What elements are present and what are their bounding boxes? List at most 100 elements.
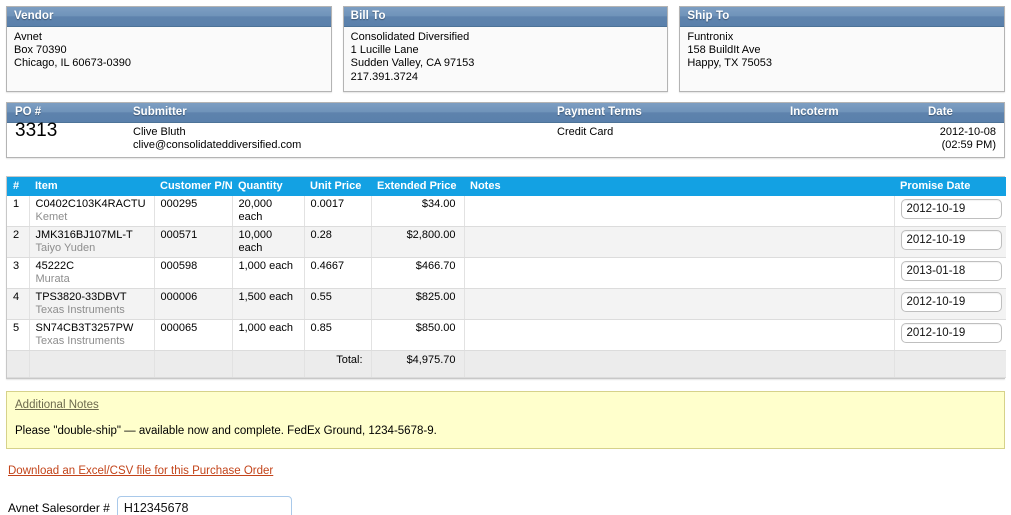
row-customer-pn: 000295: [154, 195, 233, 227]
item-part-number: C0402C103K4RACTU: [35, 197, 146, 210]
row-extended-price: $825.00: [371, 288, 465, 320]
ship-to-line-2: 158 BuildIt Ave: [687, 44, 761, 57]
col-customer-pn: Customer P/N: [154, 176, 233, 196]
salesorder-input[interactable]: [116, 495, 292, 515]
col-promise-date: Promise Date: [894, 176, 1006, 196]
row-extended-price: $850.00: [371, 319, 465, 351]
row-customer-pn: 000065: [154, 319, 233, 351]
row-index: 3: [7, 257, 30, 289]
payment-terms-value: Credit Card: [549, 122, 782, 157]
bill-to-line-2: 1 Lucille Lane: [350, 44, 419, 57]
row-unit-price: 0.4667: [304, 257, 372, 289]
row-item: SN74CB3T3257PW Texas Instruments: [29, 319, 155, 351]
bill-to-panel: Bill To Consolidated Diversified 1 Lucil…: [342, 6, 669, 92]
download-excel-csv-link[interactable]: Download an Excel/CSV file for this Purc…: [8, 465, 273, 477]
address-panels: Vendor Avnet Box 70390 Chicago, IL 60673…: [0, 0, 1011, 92]
row-unit-price: 0.55: [304, 288, 372, 320]
promise-date-input[interactable]: [900, 198, 1002, 219]
row-customer-pn: 000598: [154, 257, 233, 289]
bill-to-panel-body: Consolidated Diversified 1 Lucille Lane …: [344, 27, 668, 91]
row-quantity: 20,000 each: [232, 195, 305, 227]
table-row: 1 C0402C103K4RACTU Kemet 000295 20,000 e…: [7, 195, 1006, 227]
row-unit-price: 0.85: [304, 319, 372, 351]
item-manufacturer: Texas Instruments: [35, 334, 125, 347]
row-index: 1: [7, 195, 30, 227]
table-row: 5 SN74CB3T3257PW Texas Instruments 00006…: [7, 319, 1006, 351]
row-notes: [464, 257, 895, 289]
submitter-header: Submitter: [125, 102, 549, 123]
row-item: TPS3820-33DBVT Texas Instruments: [29, 288, 155, 320]
item-part-number: SN74CB3T3257PW: [35, 321, 134, 334]
total-value: $4,975.70: [371, 350, 465, 378]
total-label: Total:: [304, 350, 372, 378]
additional-notes-text: Please "double-ship" — available now and…: [15, 424, 437, 437]
incoterm-value: [782, 122, 920, 157]
row-notes: [464, 288, 895, 320]
ship-to-panel: Ship To Funtronix 158 BuildIt Ave Happy,…: [679, 6, 1006, 92]
row-index: 4: [7, 288, 30, 320]
submitter-value: Clive Bluth clive@consolidateddiversifie…: [125, 122, 549, 157]
row-extended-price: $466.70: [371, 257, 465, 289]
date-header: Date: [920, 102, 1004, 123]
row-unit-price: 0.28: [304, 226, 372, 258]
item-manufacturer: Kemet: [35, 210, 68, 223]
ship-to-panel-title: Ship To: [680, 7, 1005, 27]
vendor-line-1: Avnet: [14, 31, 42, 43]
row-index: 5: [7, 319, 30, 351]
vendor-panel: Vendor Avnet Box 70390 Chicago, IL 60673…: [6, 6, 332, 92]
po-number-value: 3313: [7, 121, 125, 157]
promise-date-input[interactable]: [900, 260, 1002, 281]
payment-terms-header: Payment Terms: [549, 102, 782, 123]
po-summary-header-row: PO # Submitter Payment Terms Incoterm Da…: [7, 102, 1004, 123]
promise-date-input[interactable]: [900, 291, 1002, 312]
row-index: 2: [7, 226, 30, 258]
ship-to-line-1: Funtronix: [687, 31, 734, 43]
salesorder-row: Avnet Salesorder #: [8, 495, 1011, 515]
row-extended-price: $2,800.00: [371, 226, 465, 258]
row-extended-price: $34.00: [371, 195, 465, 227]
row-quantity: 10,000 each: [232, 226, 305, 258]
item-manufacturer: Murata: [35, 272, 70, 285]
total-row: Total: $4,975.70: [7, 350, 1006, 378]
row-notes: [464, 319, 895, 351]
submitter-name: Clive Bluth: [133, 125, 186, 138]
salesorder-label: Avnet Salesorder #: [8, 500, 110, 515]
table-row: 2 JMK316BJ107ML-T Taiyo Yuden 000571 10,…: [7, 226, 1006, 258]
order-date: 2012-10-08: [939, 125, 996, 138]
row-notes: [464, 226, 895, 258]
ship-to-panel-body: Funtronix 158 BuildIt Ave Happy, TX 7505…: [680, 27, 1004, 78]
additional-notes-title: Additional Notes: [15, 398, 99, 411]
item-manufacturer: Taiyo Yuden: [35, 241, 96, 254]
row-quantity: 1,000 each: [232, 319, 305, 351]
incoterm-header: Incoterm: [782, 102, 920, 123]
order-time: (02:59 PM): [941, 138, 996, 151]
col-index: #: [7, 176, 29, 196]
date-value: 2012-10-08 (02:59 PM): [920, 122, 1004, 157]
col-unit-price: Unit Price: [304, 176, 371, 196]
vendor-line-2: Box 70390: [14, 44, 67, 57]
table-row: 4 TPS3820-33DBVT Texas Instruments 00000…: [7, 288, 1006, 320]
row-promise-date: [894, 257, 1006, 289]
row-promise-date: [894, 195, 1006, 227]
vendor-panel-title: Vendor: [7, 7, 331, 27]
vendor-line-3: Chicago, IL 60673-0390: [14, 57, 132, 70]
vendor-panel-body: Avnet Box 70390 Chicago, IL 60673-0390: [7, 27, 331, 78]
item-part-number: TPS3820-33DBVT: [35, 290, 127, 303]
promise-date-input[interactable]: [900, 229, 1002, 250]
promise-date-input[interactable]: [900, 322, 1002, 343]
item-part-number: JMK316BJ107ML-T: [35, 228, 133, 241]
row-promise-date: [894, 226, 1006, 258]
row-notes: [464, 195, 895, 227]
bill-to-panel-title: Bill To: [343, 7, 668, 27]
col-quantity: Quantity: [232, 176, 304, 196]
bill-to-line-3: Sudden Valley, CA 97153: [350, 57, 475, 70]
col-extended-price: Extended Price: [371, 176, 464, 196]
ship-to-line-3: Happy, TX 75053: [687, 57, 772, 70]
submitter-email: clive@consolidateddiversified.com: [133, 138, 302, 151]
row-item: C0402C103K4RACTU Kemet: [29, 195, 155, 227]
col-notes: Notes: [464, 176, 894, 196]
line-items-header-row: # Item Customer P/N Quantity Unit Price …: [7, 176, 1006, 196]
bill-to-line-1: Consolidated Diversified: [350, 31, 470, 43]
row-item: JMK316BJ107ML-T Taiyo Yuden: [29, 226, 155, 258]
row-unit-price: 0.0017: [304, 195, 372, 227]
